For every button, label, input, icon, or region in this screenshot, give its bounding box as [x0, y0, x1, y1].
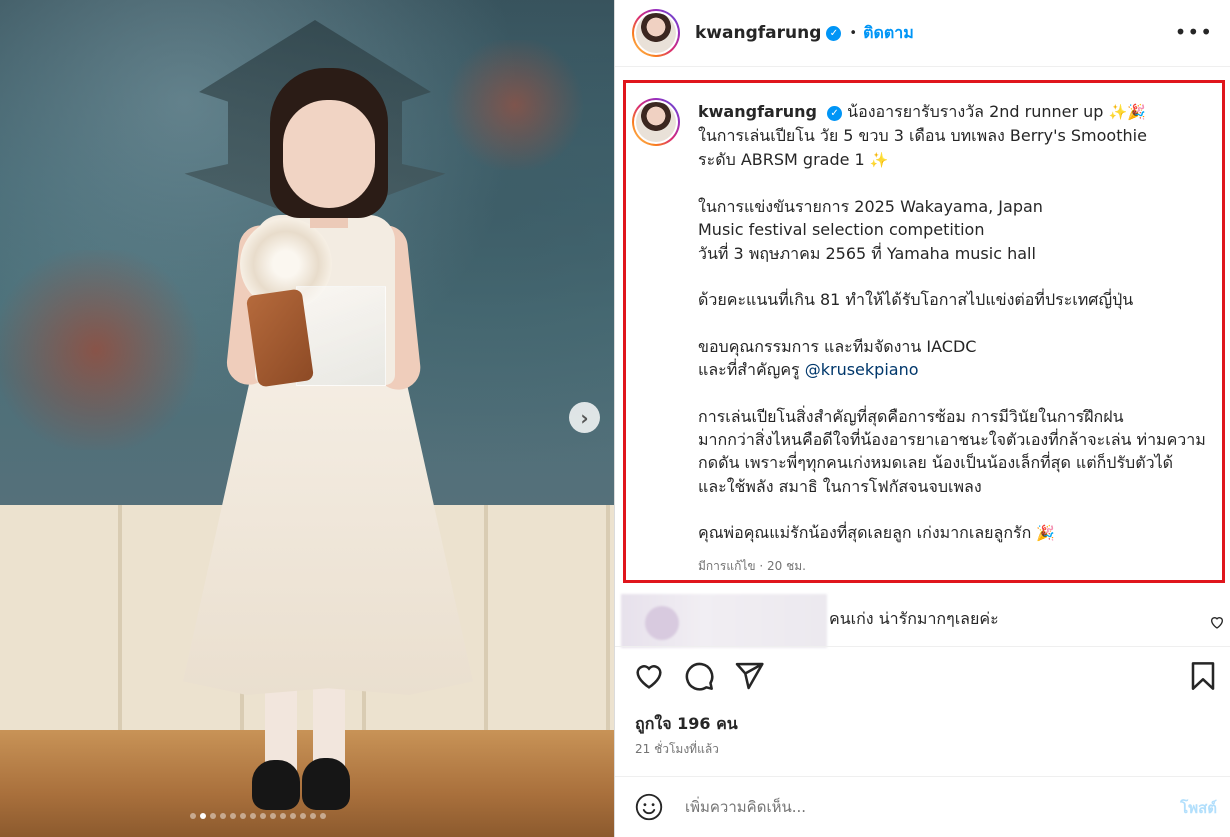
emoji-smile-icon[interactable] — [635, 793, 663, 821]
carousel-dot — [220, 813, 226, 819]
caption-line: วันที่ 3 พฤษภาคม 2565 ที่ Yamaha music h… — [698, 243, 1036, 263]
blurred-commenter — [621, 594, 827, 648]
carousel-dot — [320, 813, 326, 819]
carousel-dot — [190, 813, 196, 819]
bookmark-icon[interactable] — [1187, 660, 1219, 692]
comment-input[interactable] — [685, 795, 1125, 819]
carousel-dot — [310, 813, 316, 819]
carousel-dot — [200, 813, 206, 819]
caption-line: ระดับ ABRSM grade 1 — [698, 149, 865, 169]
avatar[interactable] — [632, 98, 680, 146]
caption-line: ด้วยคะแนนที่เกิน 81 ทำให้ได้รับโอกาสไปแข… — [698, 290, 1134, 310]
caption-line: มากกว่าสิ่งไหนคือดีใจที่น้องอารยาเอาชนะใ… — [698, 430, 1206, 450]
post-time[interactable]: 21 ชั่วโมงที่แล้ว — [635, 740, 719, 759]
caption-line: น้องอารยารับรางวัล 2nd runner up — [847, 102, 1104, 121]
verified-badge-icon: ✓ — [827, 106, 843, 121]
carousel-dot — [280, 813, 286, 819]
caption-line: Music festival selection competition — [698, 220, 985, 240]
divider — [615, 646, 1230, 647]
like-count[interactable]: ถูกใจ 196 คน — [635, 712, 738, 737]
caption-highlight-box: kwangfarung ✓ น้องอารยารับรางวัล 2nd run… — [623, 80, 1225, 583]
follow-button[interactable]: ติดตาม — [863, 21, 914, 46]
post-dialog: › kwangfarung ✓ • ติดตาม ••• kwangfarung… — [0, 0, 1230, 837]
sparkles-icon: ✨ — [869, 150, 889, 169]
post-header: kwangfarung ✓ • ติดตาม ••• — [615, 0, 1230, 66]
heart-icon[interactable] — [633, 660, 665, 692]
share-icon[interactable] — [733, 660, 765, 692]
caption-line: ขอบคุณกรรมการ และทีมจัดงาน IACDC — [698, 336, 977, 356]
caption-text: kwangfarung ✓ น้องอารยารับรางวัล 2nd run… — [698, 100, 1223, 546]
carousel-dot — [290, 813, 296, 819]
comment-like-heart-icon[interactable] — [1209, 614, 1225, 630]
comment-icon[interactable] — [683, 660, 715, 692]
caption-line: ในการแข่งขันรายการ 2025 Wakayama, Japan — [698, 197, 1043, 217]
comment-row: คนเก่ง น่ารักมากๆเลยค่ะ — [621, 594, 1227, 648]
carousel-dot — [230, 813, 236, 819]
party-popper-icon: 🎉 — [1127, 103, 1146, 121]
post-side-panel: kwangfarung ✓ • ติดตาม ••• kwangfarung ✓… — [614, 0, 1230, 837]
post-comment-button[interactable]: โพสต์ — [1180, 796, 1217, 820]
divider — [615, 66, 1230, 67]
post-photo[interactable]: › — [0, 0, 614, 837]
caption-meta: มีการแก้ไข · 20 ชม. — [698, 559, 806, 573]
separator-dot: • — [849, 25, 858, 41]
carousel-next-button[interactable]: › — [569, 402, 600, 433]
carousel-dots — [190, 813, 326, 819]
avatar[interactable] — [632, 9, 680, 57]
carousel-dot — [210, 813, 216, 819]
comment-text: คนเก่ง น่ารักมากๆเลยค่ะ — [829, 609, 999, 628]
carousel-dot — [270, 813, 276, 819]
mention-link[interactable]: @krusekpiano — [805, 360, 919, 379]
caption-username[interactable]: kwangfarung — [698, 102, 817, 121]
carousel-dot — [300, 813, 306, 819]
add-comment-bar: โพสต์ — [615, 777, 1230, 837]
carousel-dot — [260, 813, 266, 819]
sparkles-icon: ✨ — [1108, 103, 1128, 121]
caption-line: และที่สำคัญครู — [698, 360, 800, 380]
carousel-dot — [250, 813, 256, 819]
caption-line: คุณพ่อคุณแม่รักน้องที่สุดเลยลูก เก่งมากเ… — [698, 523, 1032, 543]
verified-badge-icon: ✓ — [826, 25, 842, 41]
action-bar — [615, 660, 1230, 696]
header-username[interactable]: kwangfarung — [695, 23, 821, 43]
caption-line: ในการเล่นเปียโน วัย 5 ขวบ 3 เดือน บทเพลง… — [698, 126, 1147, 146]
party-popper-icon: 🎉 — [1036, 524, 1056, 543]
carousel-dot — [240, 813, 246, 819]
caption-line: และใช้พลัง สมาธิ ในการโฟกัสจนจบเพลง — [698, 476, 982, 496]
caption-line: กดดัน เพราะพี่ๆทุกคนเก่งหมดเลย น้องเป็นน… — [698, 453, 1174, 473]
caption-line: การเล่นเปียโนสิ่งสำคัญที่สุดคือการซ้อม ก… — [698, 406, 1124, 426]
more-options-icon[interactable]: ••• — [1175, 20, 1213, 44]
chevron-right-icon: › — [580, 405, 589, 430]
